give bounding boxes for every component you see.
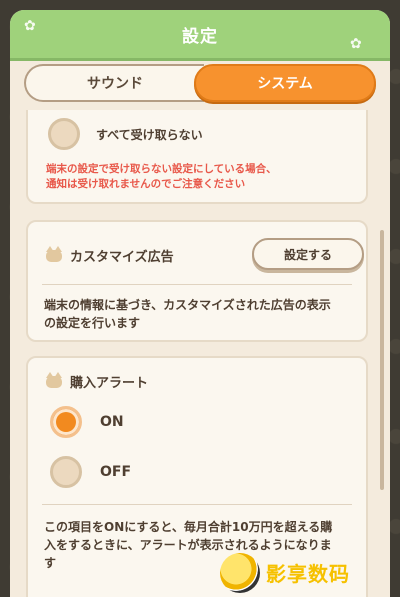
radio-alert-on[interactable] (50, 406, 82, 438)
custom-ads-description-line1: 端末の情報に基づき、カスタマイズされた広告の表示 (44, 298, 331, 312)
cat-icon (46, 246, 62, 262)
tab-sound[interactable]: サウンド (24, 64, 204, 102)
purchase-alert-description-line3: す (44, 556, 57, 570)
tab-bar: サウンド システム (24, 64, 376, 102)
notification-card: すべて受け取らない 端末の設定で受け取らない設定にしている場合、 通知は受け取れ… (26, 110, 368, 204)
custom-ads-description-line2: の設定を行います (44, 316, 141, 330)
tab-system[interactable]: システム (194, 64, 376, 102)
radio-receive-none-label: すべて受け取らない (96, 128, 203, 142)
custom-ads-settings-button[interactable]: 設定する (252, 238, 364, 270)
custom-ads-title: カスタマイズ広告 (70, 250, 174, 265)
settings-scroll-area[interactable]: すべて受け取らない 端末の設定で受け取らない設定にしている場合、 通知は受け取れ… (10, 110, 390, 597)
divider (42, 504, 352, 505)
radio-alert-off[interactable] (50, 456, 82, 488)
settings-dialog: ✿ ✿ 設定 サウンド システム すべて受け取らない 端末の設定で受け取らない設… (10, 10, 390, 597)
warning-text-line2: 通知は受け取れませんのでご注意ください (46, 178, 246, 190)
watermark-text: 影享数码 (266, 562, 350, 586)
divider (42, 284, 352, 285)
purchase-alert-description-line1: この項目をONにすると、毎月合計10万円を超える購 (44, 520, 333, 534)
custom-ads-card: カスタマイズ広告 設定する 端末の情報に基づき、カスタマイズされた広告の表示 の… (26, 220, 368, 342)
dialog-header: ✿ ✿ 設定 (10, 10, 390, 61)
watermark-logo-icon (220, 552, 260, 593)
radio-receive-none[interactable] (48, 118, 80, 150)
radio-alert-on-label: ON (100, 414, 124, 430)
radio-alert-off-label: OFF (100, 464, 132, 480)
scrollbar[interactable] (380, 230, 384, 490)
watermark: 影享数码 (220, 548, 400, 597)
cat-icon (46, 372, 62, 388)
page-title: 設定 (182, 27, 218, 47)
purchase-alert-title: 購入アラート (70, 376, 149, 391)
warning-text-line1: 端末の設定で受け取らない設定にしている場合、 (46, 163, 277, 175)
